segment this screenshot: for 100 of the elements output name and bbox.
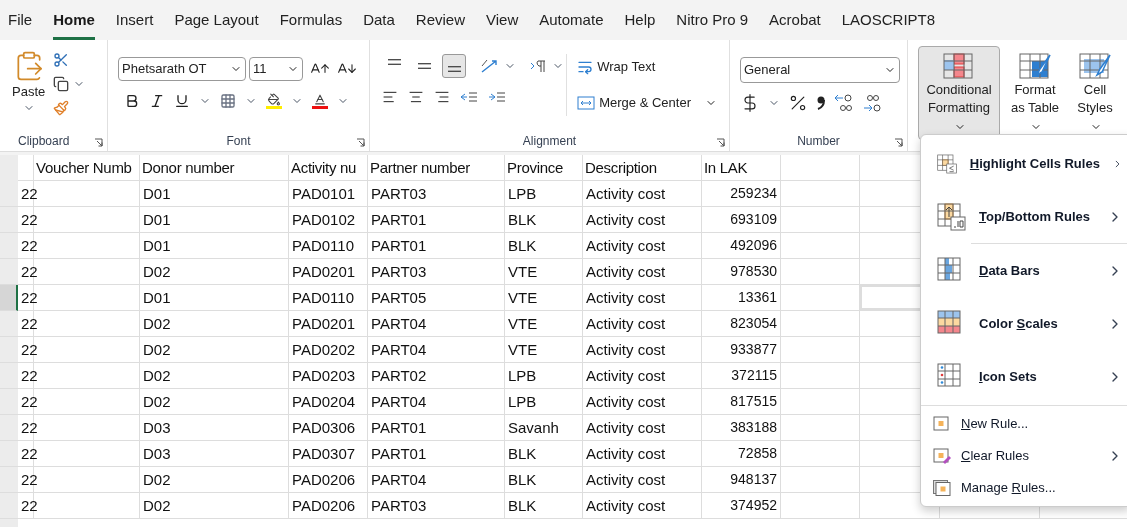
table-cell-text: D03 [143, 418, 171, 438]
table-cell-text: 22 [21, 444, 38, 464]
increase-decimal-icon[interactable] [834, 93, 854, 113]
table-cell-text: BLK [508, 236, 537, 256]
comma-style-icon[interactable] [816, 95, 826, 111]
percent-icon[interactable] [788, 93, 808, 113]
increase-indent-icon[interactable] [488, 90, 506, 104]
menu-item-label: Clear Rules [961, 447, 1029, 466]
table-brush-icon [1078, 51, 1112, 81]
table-cell-text: 22 [21, 418, 38, 438]
paste-button[interactable]: Paste [12, 50, 46, 131]
table-cell-text: 22 [21, 470, 38, 490]
table-cell-text: PART04 [371, 470, 427, 490]
ribbon-tab[interactable]: LAOSCRIPT8 [841, 8, 936, 40]
copy-icon[interactable] [53, 76, 70, 92]
table-cell-text: PAD0110 [292, 288, 354, 308]
menu-item[interactable]: Manage Rules... [921, 472, 1127, 504]
row-header[interactable] [0, 285, 18, 311]
table-cell-text: D01 [143, 236, 171, 256]
menu-item[interactable]: Clear Rules [921, 440, 1127, 472]
ribbon-tab[interactable]: Acrobat [769, 8, 821, 40]
menu-item[interactable]: Highlight Cells Rules [921, 137, 1127, 190]
font-size-field[interactable]: 11 [249, 57, 303, 81]
table-cell-text: Activity cost [586, 340, 666, 360]
ribbon-tab[interactable]: Formulas [279, 8, 343, 40]
ribbon-tab[interactable]: File [8, 8, 33, 40]
menu-item[interactable]: Color Scales [921, 297, 1127, 350]
text-direction-icon[interactable] [530, 59, 546, 73]
number-format-field[interactable]: General [740, 57, 900, 83]
table-cell-text: Activity cost [586, 262, 666, 282]
table-cell-text: PAD0110 [292, 236, 354, 256]
menu-item[interactable]: Data Bars [921, 244, 1127, 297]
clear-rules-icon [933, 448, 951, 464]
cut-icon[interactable] [53, 52, 70, 68]
align-center-icon[interactable] [408, 89, 424, 105]
menu-item-label: Top/Bottom Rules [979, 207, 1090, 226]
align-left-icon[interactable] [382, 89, 398, 105]
highlighted-table-icon [942, 51, 976, 81]
dialog-launcher-icon[interactable] [356, 138, 365, 147]
table-cell-text: BLK [508, 210, 537, 230]
align-lines-icon [387, 59, 401, 65]
table-cell-text: PART01 [371, 236, 427, 256]
table-cell-text: Activity cost [586, 444, 666, 464]
align-right-icon[interactable] [434, 89, 450, 105]
font-color-icon[interactable] [312, 93, 328, 109]
decrease-decimal-icon[interactable] [862, 93, 882, 113]
wrap-text-button[interactable]: Wrap Text [577, 54, 717, 80]
table-cell-text: Activity cost [586, 418, 666, 438]
table-cell-text: Activity cost [586, 314, 666, 334]
bold-icon[interactable] [124, 93, 140, 109]
ribbon-tab[interactable]: Review [415, 8, 465, 40]
table-cell-text: D02 [143, 340, 171, 360]
fill-color-icon[interactable] [266, 93, 282, 109]
ribbon-tab[interactable]: Help [624, 8, 656, 40]
table-cell-text: D03 [143, 444, 171, 464]
ribbon-tab[interactable]: Insert [115, 8, 154, 40]
top-bottom-icon [937, 202, 967, 231]
table-cell-text: 72858 [738, 444, 777, 463]
menu-item[interactable]: New Rule... [921, 408, 1127, 440]
table-cell-text: Activity cost [586, 366, 666, 386]
table-cell-text: PART04 [371, 314, 427, 334]
vertical-align-button[interactable] [442, 54, 466, 78]
font-name-field[interactable]: Phetsarath OT [118, 57, 246, 81]
styles-button[interactable]: Conditional Formatting [918, 46, 1000, 140]
table-cell-text: Activity cost [586, 496, 666, 516]
menu-item[interactable]: Top/Bottom Rules [921, 190, 1127, 243]
table-cell-text: 693109 [730, 210, 777, 229]
table-cell-text: BLK [508, 496, 537, 516]
dialog-launcher-icon[interactable] [894, 138, 903, 147]
table-cell-text: 22 [21, 288, 38, 308]
table-cell-text: D02 [143, 392, 171, 412]
borders-icon[interactable] [220, 93, 236, 109]
ribbon-tab[interactable]: Automate [539, 8, 604, 40]
table-cell-text: PAD0102 [292, 210, 356, 230]
dialog-launcher-icon[interactable] [716, 138, 725, 147]
table-cell-text: VTE [508, 288, 538, 308]
menu-item[interactable]: Icon Sets [921, 350, 1127, 403]
ribbon-tab[interactable]: View [486, 8, 519, 40]
menu-item-label: Data Bars [979, 261, 1040, 280]
decrease-indent-icon[interactable] [460, 90, 478, 104]
merge-center-button[interactable]: Merge & Center [577, 90, 717, 116]
table-cell-text: LPB [508, 366, 537, 386]
table-cell-text: PART01 [371, 418, 427, 438]
table-cell-text: LPB [508, 392, 537, 412]
group-label: Clipboard [18, 134, 70, 148]
italic-icon[interactable] [149, 93, 165, 109]
table-cell-text: VTE [508, 314, 538, 334]
group-label: Font [226, 134, 251, 148]
menu-item-label: Icon Sets [979, 367, 1037, 386]
table-cell-text: Savanh [508, 418, 559, 438]
dialog-launcher-icon[interactable] [94, 138, 103, 147]
ribbon-tab[interactable]: Nitro Pro 9 [676, 8, 749, 40]
underline-icon[interactable] [174, 93, 190, 109]
orientation-icon[interactable] [480, 58, 498, 74]
menu-item-label: Highlight Cells Rules [969, 154, 1100, 173]
format-painter-icon[interactable] [53, 100, 70, 116]
ribbon-tab[interactable]: Page Layout [174, 8, 259, 40]
ribbon-tab[interactable]: Data [363, 8, 395, 40]
table-cell-text: PART04 [371, 392, 427, 412]
table-cell-text: PAD0204 [292, 392, 356, 412]
